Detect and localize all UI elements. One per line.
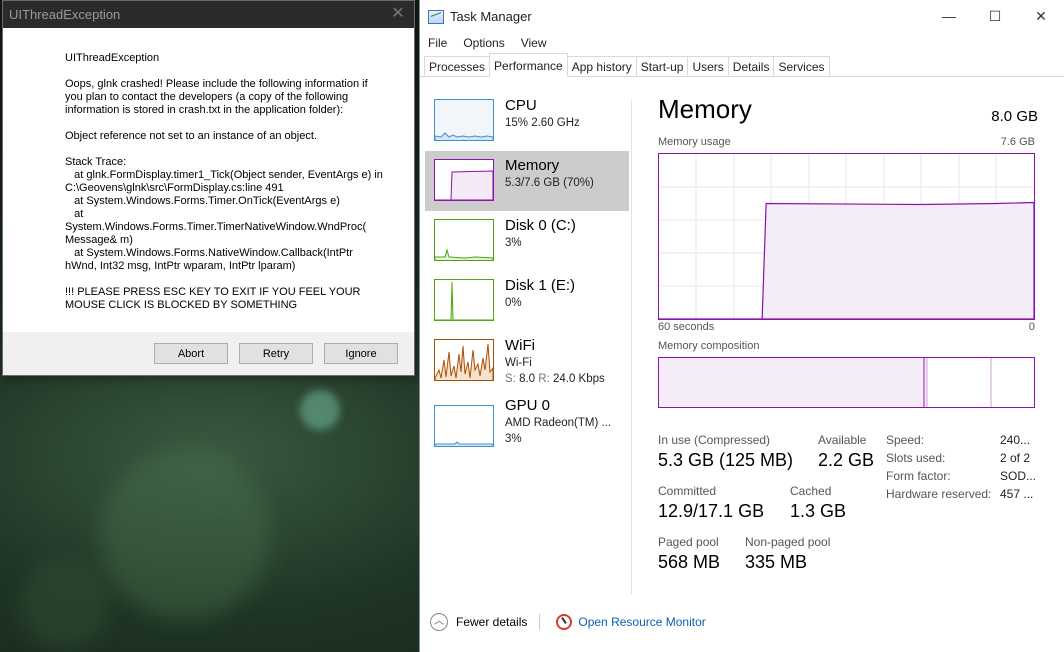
memory-usage-label: Memory usage xyxy=(658,136,731,148)
abort-button[interactable]: Abort xyxy=(154,343,228,364)
resource-cpu[interactable]: CPU 15% 2.60 GHz xyxy=(425,91,629,151)
resource-gpu-0[interactable]: GPU 0 AMD Radeon(TM) ... 3% xyxy=(425,391,629,451)
tab-processes[interactable]: Processes xyxy=(424,56,491,76)
panel-divider xyxy=(631,100,632,594)
resource-memory[interactable]: Memory 5.3/7.6 GB (70%) xyxy=(425,151,629,211)
menu-file[interactable]: File xyxy=(428,36,447,50)
resource-wifi[interactable]: WiFi Wi-Fi S: 8.0 R: 24.0 Kbps xyxy=(425,331,629,391)
tm-footer: ︿ Fewer details Open Resource Monitor xyxy=(430,611,706,633)
close-icon[interactable]: ✕ xyxy=(388,4,408,24)
memory-composition-label: Memory composition xyxy=(658,340,760,352)
resource-value: Wi-Fi xyxy=(505,357,532,369)
open-resource-monitor-link[interactable]: Open Resource Monitor xyxy=(578,615,705,629)
time-axis-right: 0 xyxy=(1028,321,1035,333)
dialog-heading: UIThreadException xyxy=(65,52,160,64)
resource-name: GPU 0 xyxy=(505,397,551,414)
memory-total: 8.0 GB xyxy=(991,108,1038,125)
resource-name: Disk 0 (C:) xyxy=(505,217,576,234)
resource-value: 5.3/7.6 GB (70%) xyxy=(505,177,594,189)
stat-cached: Cached 1.3 GB xyxy=(790,484,847,521)
dialog-title: UIThreadException xyxy=(9,7,121,22)
resource-value: 15% 2.60 GHz xyxy=(505,117,580,129)
resource-value: AMD Radeon(TM) ... xyxy=(505,417,612,429)
stat-nonpaged-pool: Non-paged pool 335 MB xyxy=(745,535,831,572)
disk1-thumbnail-graph xyxy=(434,279,494,321)
fewer-details-link[interactable]: Fewer details xyxy=(456,615,527,629)
stat-committed: Committed 12.9/17.1 GB xyxy=(658,484,765,521)
exception-dialog: UIThreadException ✕ UIThreadException Oo… xyxy=(2,0,415,376)
tm-titlebar[interactable]: Task Manager — ☐ ✕ xyxy=(420,0,1064,33)
tab-services[interactable]: Services xyxy=(773,56,830,76)
resource-list: CPU 15% 2.60 GHz Memory 5.3/7.6 GB (70%)… xyxy=(425,91,629,451)
detail-speed: Speed: 240... xyxy=(886,433,1031,447)
resource-value: 3% xyxy=(505,237,522,249)
retry-button[interactable]: Retry xyxy=(239,343,313,364)
minimize-icon[interactable]: — xyxy=(926,0,972,33)
footer-separator xyxy=(539,614,541,630)
resource-value: 0% xyxy=(505,297,522,309)
dialog-warning: !!! PLEASE PRESS ESC KEY TO EXIT IF YOU … xyxy=(65,286,364,311)
in-use-segment xyxy=(659,358,924,407)
memory-usage-max: 7.6 GB xyxy=(1000,136,1035,148)
resource-name: Disk 1 (E:) xyxy=(505,277,576,294)
tm-title: Task Manager xyxy=(450,9,532,24)
resource-name: CPU xyxy=(505,97,537,114)
detail-slots-used: Slots used: 2 of 2 xyxy=(886,451,1031,465)
menu-bar: File Options View xyxy=(420,33,1064,53)
memory-title: Memory xyxy=(658,94,752,124)
wifi-throughput: S: 8.0 R: 24.0 Kbps xyxy=(505,373,605,385)
resource-value-2: 3% xyxy=(505,433,522,445)
dialog-error: Object reference not set to an instance … xyxy=(65,130,317,142)
dialog-message: Oops, glnk crashed! Please include the f… xyxy=(65,78,371,116)
dialog-body: UIThreadException Oops, glnk crashed! Pl… xyxy=(3,28,414,312)
maximize-icon[interactable]: ☐ xyxy=(972,0,1018,33)
memory-usage-svg xyxy=(659,154,1035,320)
tab-bar: Processes Performance App history Start-… xyxy=(420,53,1064,77)
task-manager-icon xyxy=(428,9,444,24)
time-axis-left: 60 seconds xyxy=(658,321,715,333)
wifi-thumbnail-graph xyxy=(434,339,494,381)
tab-performance[interactable]: Performance xyxy=(489,53,568,77)
resource-name: WiFi xyxy=(505,337,535,354)
memory-panel: Memory 8.0 GB Memory usage 7.6 GB 60 sec… xyxy=(658,94,1038,572)
stat-in-use: In use (Compressed) 5.3 GB (125 MB) xyxy=(658,433,794,470)
cpu-thumbnail-graph xyxy=(434,99,494,141)
chevron-up-icon[interactable]: ︿ xyxy=(430,613,448,631)
gpu-thumbnail-graph xyxy=(434,405,494,447)
dialog-titlebar[interactable]: UIThreadException ✕ xyxy=(3,1,414,28)
tab-users[interactable]: Users xyxy=(687,56,729,76)
detail-form-factor: Form factor: SOD... xyxy=(886,469,1037,483)
memory-composition-graph xyxy=(658,357,1035,408)
dialog-stack-trace: Stack Trace: at glnk.FormDisplay.timer1_… xyxy=(65,156,383,272)
memory-thumbnail-graph xyxy=(434,159,494,201)
tab-start-up[interactable]: Start-up xyxy=(635,56,689,76)
resource-disk-1[interactable]: Disk 1 (E:) 0% xyxy=(425,271,629,331)
close-icon[interactable]: ✕ xyxy=(1018,0,1064,33)
tab-app-history[interactable]: App history xyxy=(566,56,637,76)
dialog-button-bar: Abort Retry Ignore xyxy=(3,332,414,375)
menu-view[interactable]: View xyxy=(521,36,547,50)
disk0-thumbnail-graph xyxy=(434,219,494,261)
resource-name: Memory xyxy=(505,157,560,174)
task-manager-window: Task Manager — ☐ ✕ File Options View Pro… xyxy=(419,0,1064,652)
resource-monitor-icon[interactable] xyxy=(556,614,573,630)
resource-disk-0[interactable]: Disk 0 (C:) 3% xyxy=(425,211,629,271)
detail-hardware-reserved: Hardware reserved: 457 ... xyxy=(886,487,1034,501)
menu-options[interactable]: Options xyxy=(463,36,504,50)
memory-usage-graph xyxy=(658,153,1035,320)
tab-details[interactable]: Details xyxy=(727,56,775,76)
ignore-button[interactable]: Ignore xyxy=(324,343,398,364)
stat-available: Available 2.2 GB xyxy=(818,433,875,470)
stat-paged-pool: Paged pool 568 MB xyxy=(658,535,721,572)
